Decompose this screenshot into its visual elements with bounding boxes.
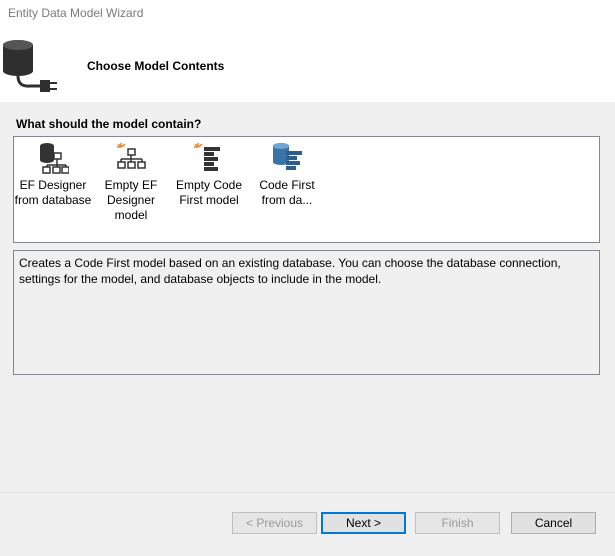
database-hierarchy-icon	[40, 143, 69, 174]
previous-button[interactable]: < Previous	[232, 512, 317, 534]
next-button[interactable]: Next >	[321, 512, 406, 534]
choice-code-first-from-database[interactable]: Code First from da...	[248, 137, 326, 237]
wizard-header: Choose Model Contents	[0, 26, 615, 102]
code-first-database-icon	[273, 143, 302, 170]
question-label: What should the model contain?	[16, 117, 202, 131]
choice-empty-code-first-model[interactable]: Empty Code First model	[170, 137, 248, 237]
choice-label: Empty Code First model	[175, 178, 243, 207]
title-bar: Entity Data Model Wizard	[0, 0, 615, 26]
finish-button[interactable]: Finish	[415, 512, 500, 534]
description-panel: Creates a Code First model based on an e…	[13, 250, 600, 375]
empty-hierarchy-icon	[117, 143, 146, 169]
empty-code-first-icon	[194, 143, 220, 171]
database-plug-icon	[3, 40, 57, 92]
choice-label: Empty EF Designer model	[104, 178, 158, 222]
footer-divider	[0, 492, 615, 493]
model-choices-list: EF Designer from database Empty EF Desig…	[13, 136, 600, 243]
choice-empty-ef-designer-model[interactable]: Empty EF Designer model	[92, 137, 170, 237]
page-title: Choose Model Contents	[87, 59, 225, 73]
choice-ef-designer-from-database[interactable]: EF Designer from database	[14, 137, 92, 237]
cancel-button[interactable]: Cancel	[511, 512, 596, 534]
choice-label: EF Designer from database	[14, 178, 92, 207]
choice-label: Code First from da...	[259, 178, 315, 207]
window-title: Entity Data Model Wizard	[8, 6, 144, 20]
description-text: Creates a Code First model based on an e…	[19, 256, 561, 286]
